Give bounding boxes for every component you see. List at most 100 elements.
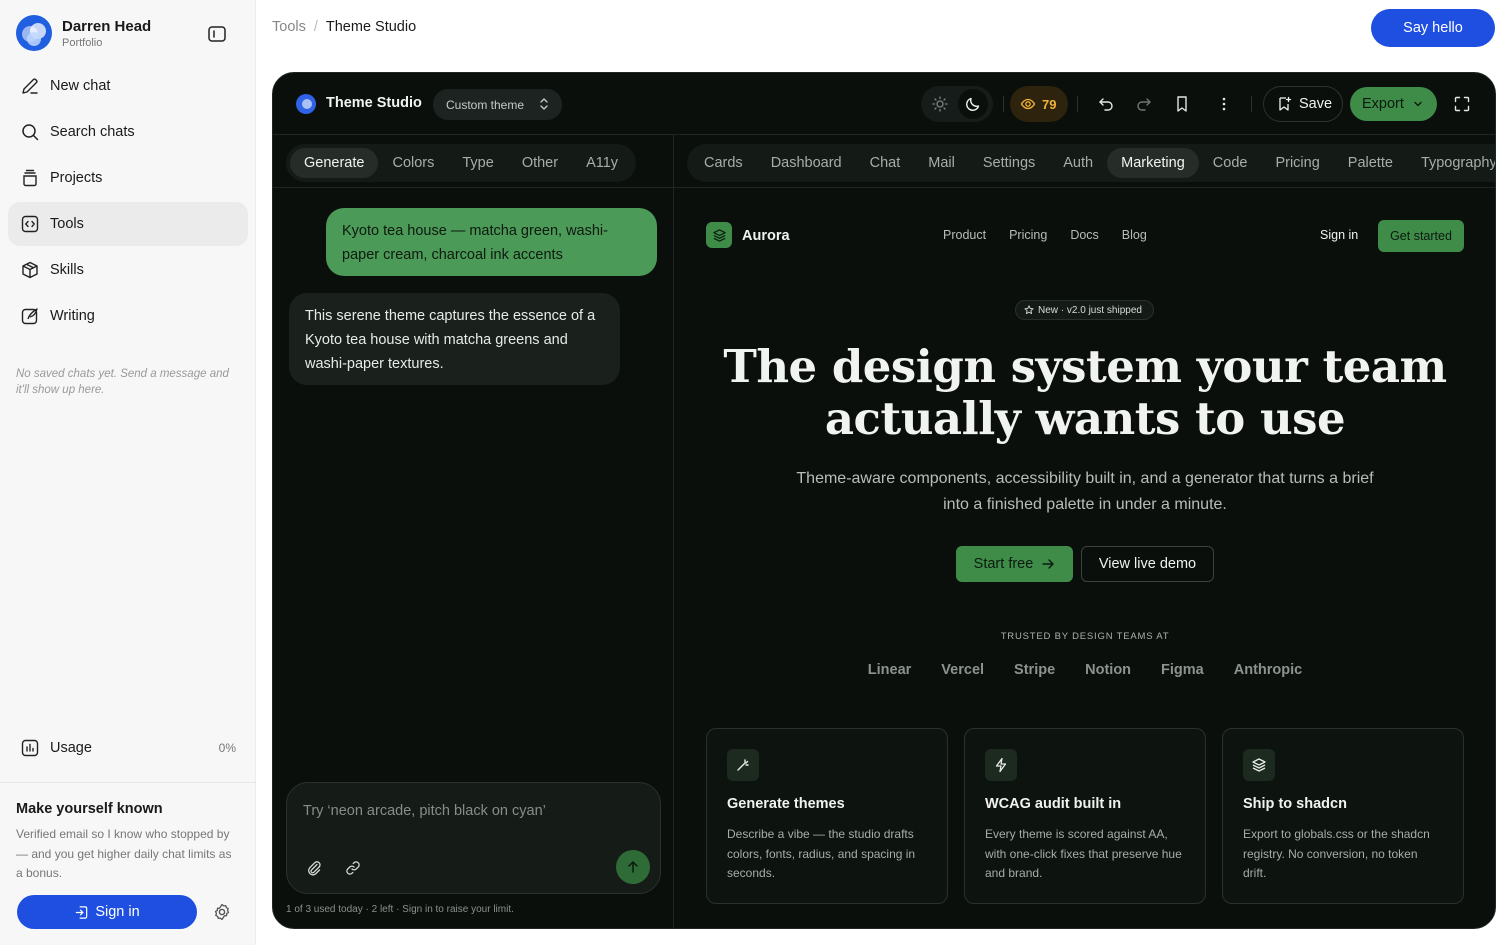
- signup-panel: Make yourself known Verified email so I …: [0, 782, 256, 945]
- tab-auth[interactable]: Auth: [1049, 148, 1107, 178]
- pencil-icon: [22, 78, 38, 94]
- tab-a11y[interactable]: A11y: [572, 148, 632, 178]
- empty-chats-note: No saved chats yet. Send a message and i…: [16, 368, 229, 396]
- toolbar-divider: [1077, 96, 1078, 112]
- stack-icon: [23, 169, 37, 187]
- start-free-label: Start free: [973, 556, 1034, 572]
- more-vertical-icon[interactable]: [1214, 94, 1234, 114]
- sign-in-button[interactable]: Sign in: [17, 895, 197, 929]
- sidebar-item-skills[interactable]: Skills: [8, 248, 248, 292]
- aurora-logo-icon: [706, 222, 732, 248]
- usage-row[interactable]: Usage 0%: [8, 728, 248, 768]
- tabs-divider: [273, 187, 1495, 188]
- sidebar-item-label: New chat: [50, 78, 111, 94]
- tab-marketing[interactable]: Marketing: [1107, 148, 1199, 178]
- quill-icon: [21, 308, 38, 325]
- tab-pricing[interactable]: Pricing: [1261, 148, 1333, 178]
- tab-code[interactable]: Code: [1199, 148, 1262, 178]
- paperclip-icon[interactable]: [305, 859, 323, 877]
- view-live-demo-button[interactable]: View live demo: [1081, 546, 1214, 582]
- prompt-input[interactable]: Try ‘neon arcade, pitch black on cyan’: [303, 803, 546, 819]
- bookmark-plus-icon: [1279, 96, 1292, 111]
- tab-type[interactable]: Type: [448, 148, 507, 178]
- theme-studio: Theme Studio Custom theme 79 Save Export: [272, 72, 1496, 929]
- profile-logo-icon: [16, 15, 52, 51]
- sidebar-item-projects[interactable]: Projects: [8, 156, 248, 200]
- logo-stripe: Stripe: [1014, 662, 1056, 678]
- preview-nav-blog[interactable]: Blog: [1122, 228, 1147, 242]
- link-icon[interactable]: [344, 859, 362, 877]
- sidebar-item-label: Writing: [50, 308, 95, 324]
- preview-nav-docs[interactable]: Docs: [1070, 228, 1098, 242]
- preview-nav-pricing[interactable]: Pricing: [1009, 228, 1047, 242]
- tab-generate[interactable]: Generate: [290, 148, 379, 178]
- sidebar-item-label: Tools: [50, 216, 84, 232]
- preview-nav-product[interactable]: Product: [943, 228, 986, 242]
- preview-nav: Product Pricing Docs Blog: [943, 228, 1170, 242]
- export-button[interactable]: Export: [1350, 87, 1437, 121]
- preview-get-started-button[interactable]: Get started: [1378, 220, 1464, 252]
- gear-icon[interactable]: [212, 902, 232, 922]
- feature-text: Describe a vibe — the studio drafts colo…: [727, 827, 916, 880]
- sidebar-nav: New chat Search chats Projects Tools Ski…: [8, 64, 248, 340]
- send-button[interactable]: [616, 850, 650, 884]
- feature-title: WCAG audit built in: [985, 796, 1122, 812]
- tab-dashboard[interactable]: Dashboard: [757, 148, 856, 178]
- wand-icon: [727, 749, 759, 781]
- layers-icon: [1243, 749, 1275, 781]
- mode-toggle[interactable]: [921, 86, 993, 122]
- preview-sign-in[interactable]: Sign in: [1320, 228, 1358, 242]
- announcement-pill[interactable]: New · v2.0 just shipped: [1015, 300, 1154, 320]
- breadcrumb: Tools / Theme Studio: [272, 19, 416, 35]
- sun-icon[interactable]: [930, 94, 950, 114]
- chevron-down-icon: [1414, 101, 1422, 107]
- breadcrumb-separator: /: [313, 19, 318, 35]
- feature-text: Export to globals.css or the shadcn regi…: [1243, 827, 1430, 880]
- chat-composer: Try ‘neon arcade, pitch black on cyan’: [286, 782, 661, 894]
- sidebar-item-new-chat[interactable]: New chat: [8, 64, 248, 108]
- accessibility-score-badge[interactable]: 79: [1010, 86, 1068, 122]
- editor-tabs: Generate Colors Type Other A11y: [286, 144, 637, 182]
- user-message: Kyoto tea house — matcha green, washi-pa…: [326, 208, 657, 276]
- tab-other[interactable]: Other: [508, 148, 572, 178]
- sidebar: Darren Head Portfolio New chat Search ch…: [0, 0, 256, 945]
- bookmark-icon[interactable]: [1172, 94, 1192, 114]
- sidebar-item-tools[interactable]: Tools: [8, 202, 248, 246]
- signup-title: Make yourself known: [16, 801, 163, 817]
- tab-palette[interactable]: Palette: [1334, 148, 1407, 178]
- tab-colors[interactable]: Colors: [378, 148, 448, 178]
- sidebar-item-label: Search chats: [50, 124, 135, 140]
- feature-card-wcag: WCAG audit built in Every theme is score…: [964, 728, 1206, 904]
- redo-icon[interactable]: [1134, 94, 1154, 114]
- theme-select[interactable]: Custom theme: [433, 89, 562, 120]
- breadcrumb-tools[interactable]: Tools: [272, 19, 306, 35]
- say-hello-button[interactable]: Say hello: [1371, 9, 1495, 47]
- sidebar-toggle-icon[interactable]: [207, 24, 227, 44]
- logo-linear: Linear: [867, 662, 912, 678]
- tab-settings[interactable]: Settings: [969, 148, 1049, 178]
- tab-typography[interactable]: Typography: [1407, 148, 1495, 178]
- profile-name: Darren Head: [62, 17, 152, 35]
- bar-chart-icon: [21, 739, 39, 757]
- assistant-message: This serene theme captures the essence o…: [289, 293, 620, 385]
- start-free-button[interactable]: Start free: [956, 546, 1073, 582]
- logo-notion: Notion: [1085, 662, 1132, 678]
- logo-vercel: Vercel: [941, 662, 985, 678]
- preview-tabs: Cards Dashboard Chat Mail Settings Auth …: [687, 144, 1495, 182]
- moon-icon: [966, 97, 980, 111]
- tab-mail[interactable]: Mail: [914, 148, 969, 178]
- dark-mode-active[interactable]: [958, 89, 988, 119]
- sidebar-item-writing[interactable]: Writing: [8, 294, 248, 338]
- sidebar-item-label: Skills: [50, 262, 84, 278]
- sidebar-item-search-chats[interactable]: Search chats: [8, 110, 248, 154]
- tab-cards[interactable]: Cards: [690, 148, 757, 178]
- fullscreen-icon[interactable]: [1452, 94, 1472, 114]
- tab-chat[interactable]: Chat: [856, 148, 915, 178]
- feature-title: Ship to shadcn: [1243, 796, 1347, 812]
- feature-card-shadcn: Ship to shadcn Export to globals.css or …: [1222, 728, 1464, 904]
- undo-icon[interactable]: [1096, 94, 1116, 114]
- feature-title: Generate themes: [727, 796, 845, 812]
- save-label: Save: [1299, 96, 1333, 112]
- profile[interactable]: Darren Head Portfolio: [16, 15, 151, 51]
- save-button[interactable]: Save: [1263, 86, 1343, 122]
